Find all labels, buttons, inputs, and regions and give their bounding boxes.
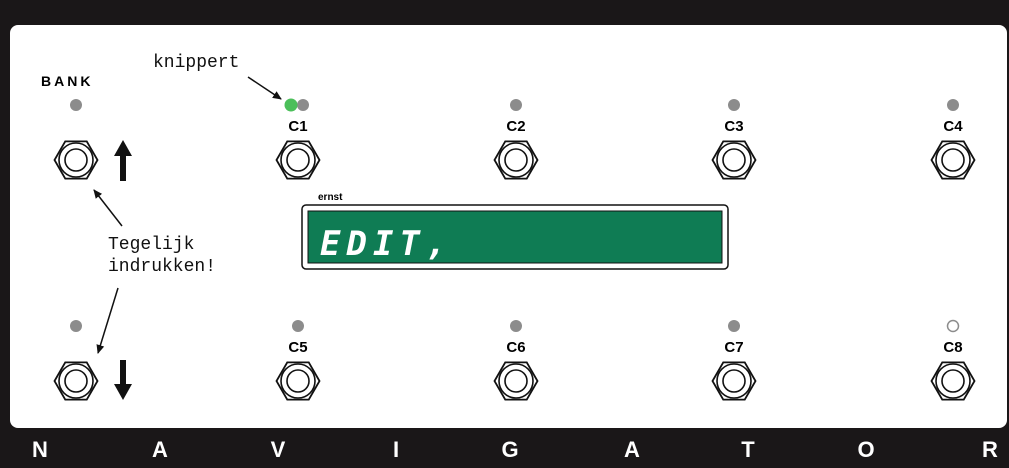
c3-label: C3 [724,118,743,135]
c1-footswitch[interactable] [275,140,321,180]
c1-led [284,98,298,112]
c1-led-shadow [297,99,309,111]
brand-letter: T [741,437,755,462]
arrow-up-icon [114,140,132,181]
press-arrow-up [93,189,123,227]
brand-letter: A [624,437,640,462]
c3-led [728,99,740,111]
c5-footswitch[interactable] [275,361,321,401]
c4-led [947,99,959,111]
c2-led [510,99,522,111]
brand-letter: O [857,437,874,462]
panel-drawing: BANK knippert Tegelijk indrukken! C1 C2 … [32,53,998,462]
c2-footswitch[interactable] [493,140,539,180]
lcd-display-text: EDIT, [320,224,452,264]
c3-footswitch[interactable] [711,140,757,180]
press-annotation-line1: Tegelijk [108,235,194,255]
brand-letter: R [982,437,998,462]
bank-label: BANK [41,73,93,89]
press-arrow-down [96,287,119,354]
c4-label: C4 [943,118,963,135]
c7-label: C7 [724,339,743,356]
bank-down-footswitch[interactable] [53,361,99,401]
brand-letter: I [393,437,399,462]
brand-letter: G [501,437,518,462]
brand-letter: V [271,437,286,462]
c8-label: C8 [943,339,962,356]
blink-arrow [247,76,282,100]
c5-label: C5 [288,339,307,356]
c4-footswitch[interactable] [930,140,976,180]
blink-annotation: knippert [153,53,239,73]
navigator-device: BANK knippert Tegelijk indrukken! C1 C2 … [0,0,1009,468]
arrow-down-icon [114,360,132,400]
c8-footswitch[interactable] [930,361,976,401]
c8-led [946,319,960,333]
c6-label: C6 [506,339,525,356]
c5-led [292,320,304,332]
display-owner-label: ernst [318,192,343,203]
c1-label: C1 [288,118,307,135]
bank-up-led [70,99,82,111]
c2-label: C2 [506,118,525,135]
c7-led [728,320,740,332]
bank-up-footswitch[interactable] [53,140,99,180]
c6-led [510,320,522,332]
brand-letter: A [152,437,168,462]
bank-down-led [70,320,82,332]
press-annotation-line2: indrukken! [108,257,216,277]
brand-name: NAVIGATOR [32,437,998,462]
c6-footswitch[interactable] [493,361,539,401]
c7-footswitch[interactable] [711,361,757,401]
brand-letter: N [32,437,48,462]
